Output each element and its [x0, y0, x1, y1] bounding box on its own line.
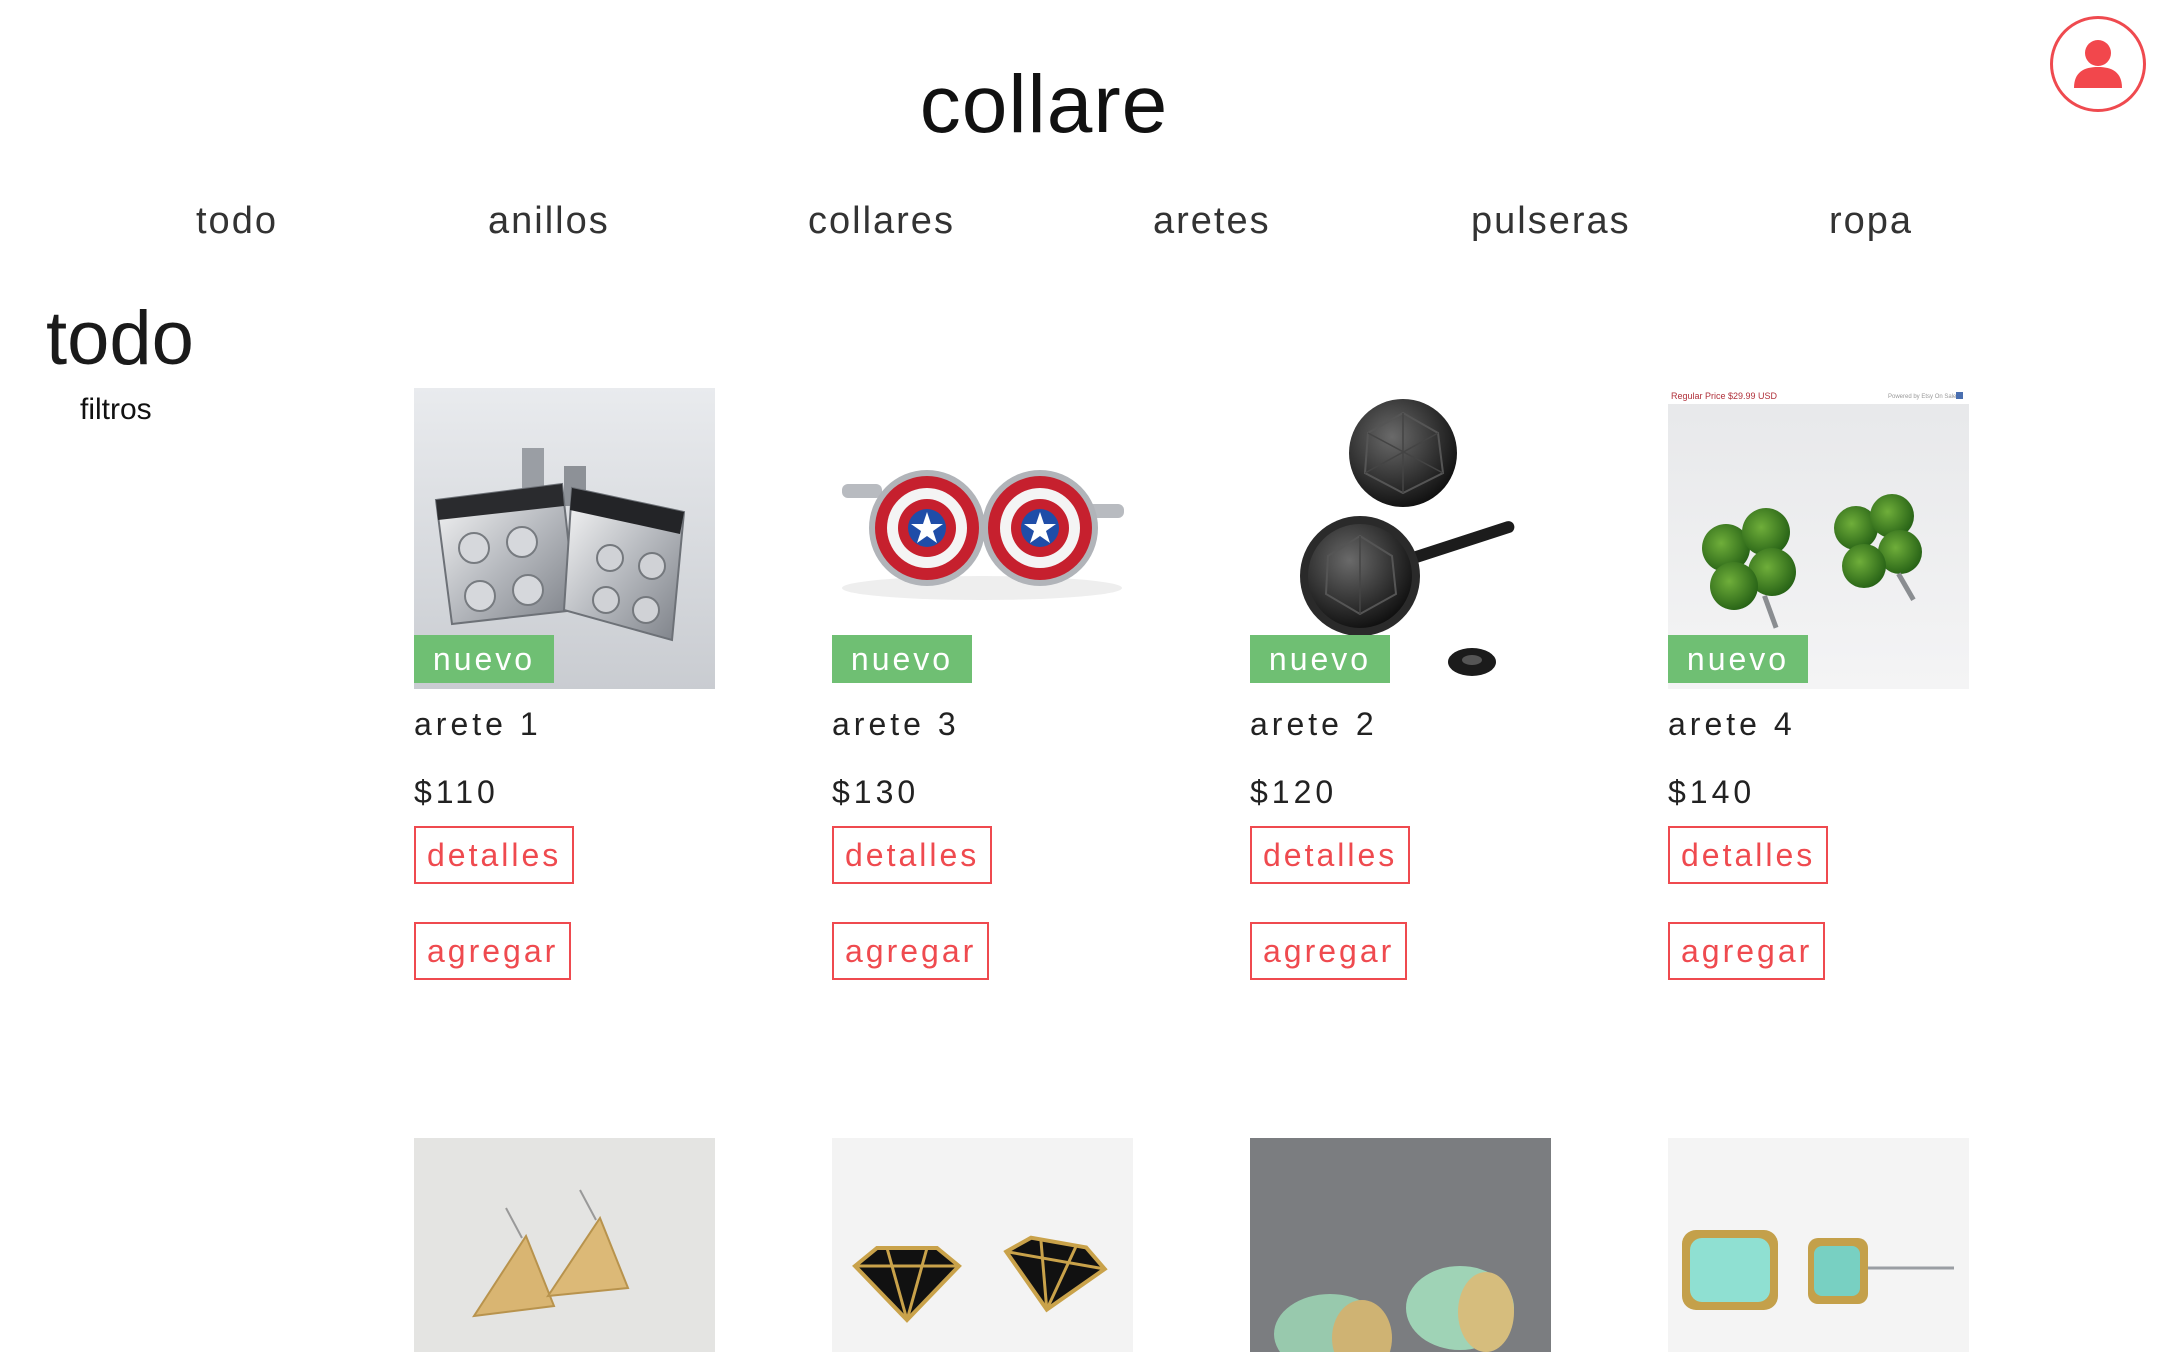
nav-item-ropa[interactable]: ropa [1829, 200, 1913, 243]
product-image-clover-studs[interactable]: Regular Price $29.99 USD Powered by Etsy… [1668, 388, 1969, 689]
add-to-cart-button[interactable]: agregar [1668, 922, 1826, 980]
product-name: arete 4 [1668, 706, 1796, 742]
section-title: todo [46, 296, 194, 381]
product-image-mint-rectangle-studs[interactable] [1668, 1138, 1969, 1352]
product-image-mint-gold-dipped-studs[interactable] [1250, 1138, 1551, 1352]
new-badge: nuevo [832, 635, 972, 683]
product-image-black-diamond-studs[interactable] [832, 1138, 1133, 1352]
user-account-button[interactable] [2050, 16, 2146, 112]
product-price: $130 [832, 774, 920, 810]
nav-item-todo[interactable]: todo [196, 200, 278, 243]
sale-banner-powered: Powered by Etsy On Sale [1888, 394, 1957, 400]
product-image-gold-triangle-studs[interactable] [414, 1138, 715, 1352]
new-badge: nuevo [414, 635, 554, 683]
new-badge: nuevo [1250, 635, 1390, 683]
product-price: $140 [1668, 774, 1756, 810]
details-button[interactable]: detalles [832, 826, 993, 884]
product-price: $110 [414, 774, 499, 810]
nav-item-collares[interactable]: collares [808, 200, 955, 243]
category-nav: todo anillos collares aretes pulseras ro… [0, 200, 2160, 260]
product-name: arete 1 [414, 706, 542, 742]
sale-banner-text: Regular Price $29.99 USD [1671, 391, 1778, 401]
product-price: $120 [1250, 774, 1338, 810]
nav-item-aretes[interactable]: aretes [1153, 200, 1271, 243]
product-image-lego-cufflinks[interactable]: nuevo [414, 388, 715, 689]
details-button[interactable]: detalles [414, 826, 575, 884]
product-name: arete 2 [1250, 706, 1378, 742]
page: collare todo anillos collares aretes pul… [0, 0, 2160, 1352]
brand-title: collare [919, 59, 1169, 150]
add-to-cart-button[interactable]: agregar [832, 922, 990, 980]
user-icon [2074, 40, 2122, 88]
product-name: arete 3 [832, 706, 960, 742]
filters-toggle[interactable]: filtros [80, 393, 152, 427]
details-button[interactable]: detalles [1668, 826, 1829, 884]
product-image-black-gem-studs[interactable]: nuevo [1250, 388, 1551, 689]
add-to-cart-button[interactable]: agregar [1250, 922, 1408, 980]
new-badge: nuevo [1668, 635, 1808, 683]
product-image-shield-cufflinks[interactable]: nuevo [832, 388, 1133, 689]
details-button[interactable]: detalles [1250, 826, 1411, 884]
nav-item-pulseras[interactable]: pulseras [1471, 200, 1631, 243]
nav-item-anillos[interactable]: anillos [488, 200, 610, 243]
add-to-cart-button[interactable]: agregar [414, 922, 572, 980]
